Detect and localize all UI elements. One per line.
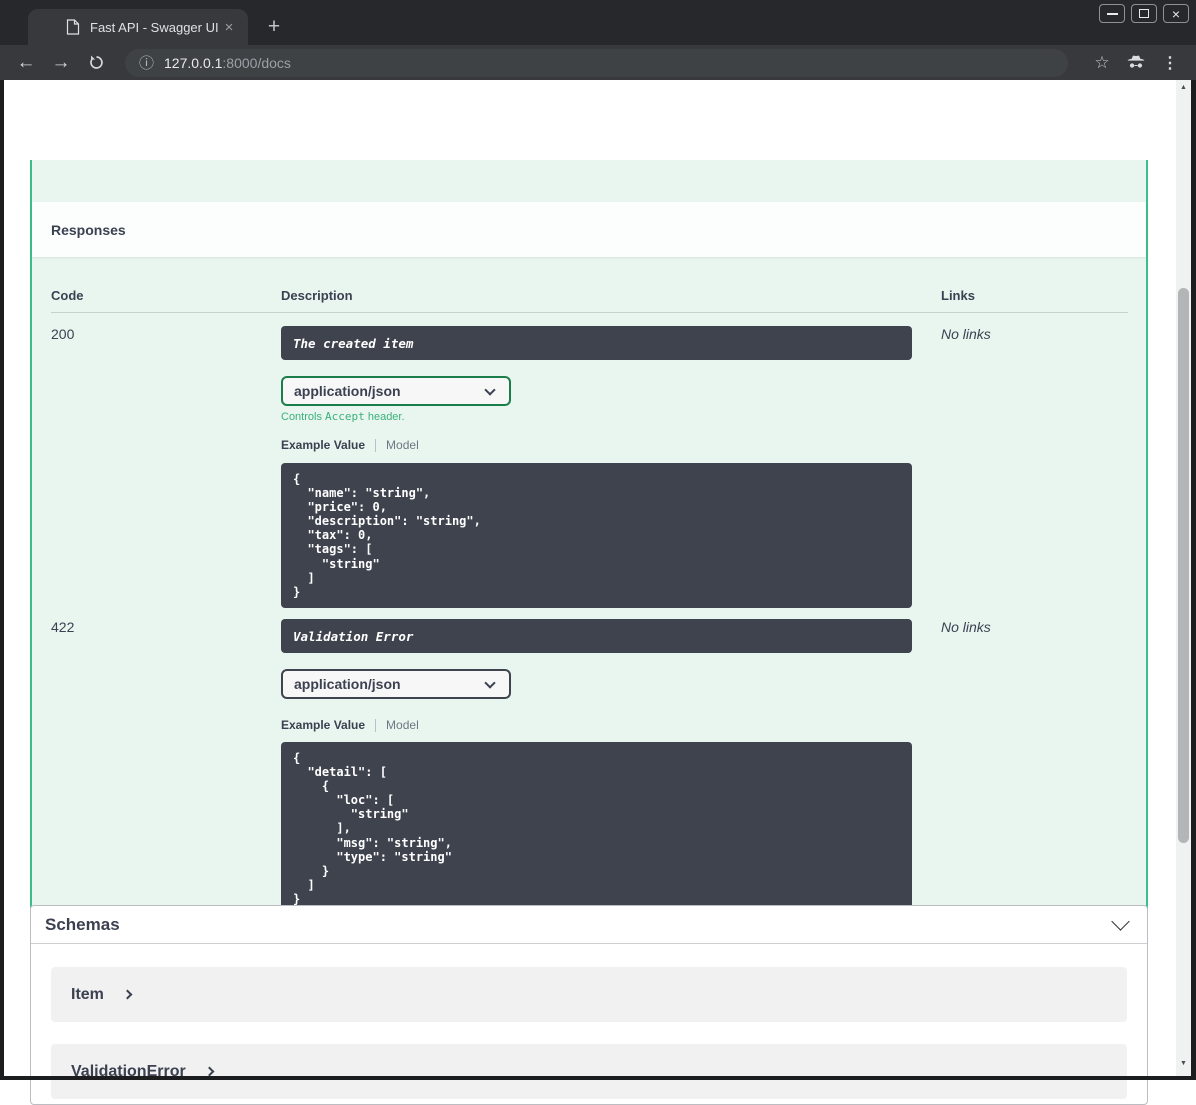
accept-note-suffix: header. — [364, 411, 405, 423]
page-scrollbar[interactable]: ▲ ▼ — [1176, 80, 1191, 1076]
close-icon: × — [1171, 5, 1181, 22]
example-json-200: { "name": "string", "price": 0, "descrip… — [281, 463, 912, 608]
document-icon — [66, 19, 80, 35]
bookmark-star-button[interactable]: ☆ — [1090, 53, 1114, 73]
chevron-down-icon — [484, 677, 496, 689]
tab-divider — [375, 438, 377, 452]
media-type-select-200[interactable]: application/json — [281, 376, 511, 406]
post-opblock-panel: Responses Code Description Links 200 The… — [30, 160, 1148, 937]
tab-model[interactable]: Model — [386, 718, 419, 732]
chevron-right-icon — [204, 1066, 215, 1077]
chevron-down-icon — [484, 384, 496, 396]
model-item[interactable]: Item — [51, 967, 1127, 1022]
response-links-422: No links — [941, 619, 991, 635]
response-code-422: 422 — [51, 619, 75, 635]
tab-example-value[interactable]: Example Value — [281, 718, 365, 732]
tab-title: Fast API - Swagger UI — [90, 19, 219, 35]
column-header-description: Description — [281, 288, 353, 303]
example-model-tabs-422: Example Value Model — [281, 718, 419, 732]
window-border-bottom — [0, 1076, 1196, 1080]
new-tab-button[interactable]: + — [260, 13, 288, 41]
media-type-select-422[interactable]: application/json — [281, 669, 511, 699]
response-links-200: No links — [941, 326, 991, 342]
chevron-down-icon[interactable] — [1111, 912, 1130, 931]
accept-header-note: Controls Accept header. — [281, 410, 405, 423]
accept-note-prefix: Controls — [281, 411, 326, 423]
scroll-down-icon[interactable]: ▼ — [1176, 1056, 1191, 1070]
scrollbar-thumb[interactable] — [1178, 288, 1189, 843]
kebab-menu-button[interactable]: ⋮ — [1158, 53, 1182, 73]
chevron-right-icon — [122, 989, 133, 1000]
schemas-header[interactable]: Schemas — [31, 906, 1147, 944]
close-button[interactable]: × — [1163, 4, 1189, 23]
info-icon[interactable]: ⓘ — [139, 52, 154, 73]
forward-button[interactable]: → — [49, 52, 73, 74]
example-model-tabs-200: Example Value Model — [281, 438, 419, 452]
responses-section-header: Responses — [32, 202, 1146, 257]
media-type-value: application/json — [294, 383, 401, 399]
maximize-button[interactable] — [1131, 4, 1157, 23]
reload-button[interactable] — [84, 54, 108, 71]
model-validationerror[interactable]: ValidationError — [51, 1044, 1127, 1099]
table-header-divider — [51, 312, 1128, 313]
url-host: 127.0.0.1 — [164, 54, 223, 71]
schemas-section: Schemas Item ValidationError — [30, 905, 1148, 1105]
response-description-200: The created item — [281, 326, 912, 360]
tab-example-value[interactable]: Example Value — [281, 438, 365, 452]
browser-toolbar: ← → ⓘ 127.0.0.1 :8000/docs ☆ ⋮ — [0, 45, 1196, 80]
browser-tab[interactable]: Fast API - Swagger UI × — [28, 9, 248, 45]
minimize-button[interactable] — [1099, 4, 1125, 23]
tab-divider — [375, 718, 377, 732]
model-name: Item — [71, 985, 104, 1003]
column-header-links: Links — [941, 288, 975, 303]
back-button[interactable]: ← — [14, 52, 38, 74]
webpage-viewport: Responses Code Description Links 200 The… — [4, 80, 1191, 1105]
response-description-422: Validation Error — [281, 619, 912, 653]
address-bar[interactable]: ⓘ 127.0.0.1 :8000/docs — [125, 48, 1068, 77]
minimize-icon — [1106, 12, 1118, 15]
tab-model[interactable]: Model — [386, 438, 419, 452]
column-header-code: Code — [51, 288, 84, 303]
incognito-icon — [1124, 53, 1148, 73]
schemas-title: Schemas — [45, 914, 120, 934]
accept-note-code: Accept — [325, 410, 365, 423]
browser-titlebar: Fast API - Swagger UI × + × — [0, 0, 1196, 45]
url-path: :8000/docs — [222, 54, 291, 71]
media-type-value: application/json — [294, 676, 401, 692]
tab-close-icon[interactable]: × — [220, 18, 238, 36]
responses-title: Responses — [51, 221, 126, 238]
maximize-icon — [1139, 9, 1149, 18]
window-border-left — [0, 80, 4, 1080]
scroll-up-icon[interactable]: ▲ — [1176, 80, 1191, 94]
response-code-200: 200 — [51, 326, 75, 342]
example-json-422: { "detail": [ { "loc": [ "string" ], "ms… — [281, 742, 912, 916]
window-border-right — [1191, 80, 1196, 1080]
